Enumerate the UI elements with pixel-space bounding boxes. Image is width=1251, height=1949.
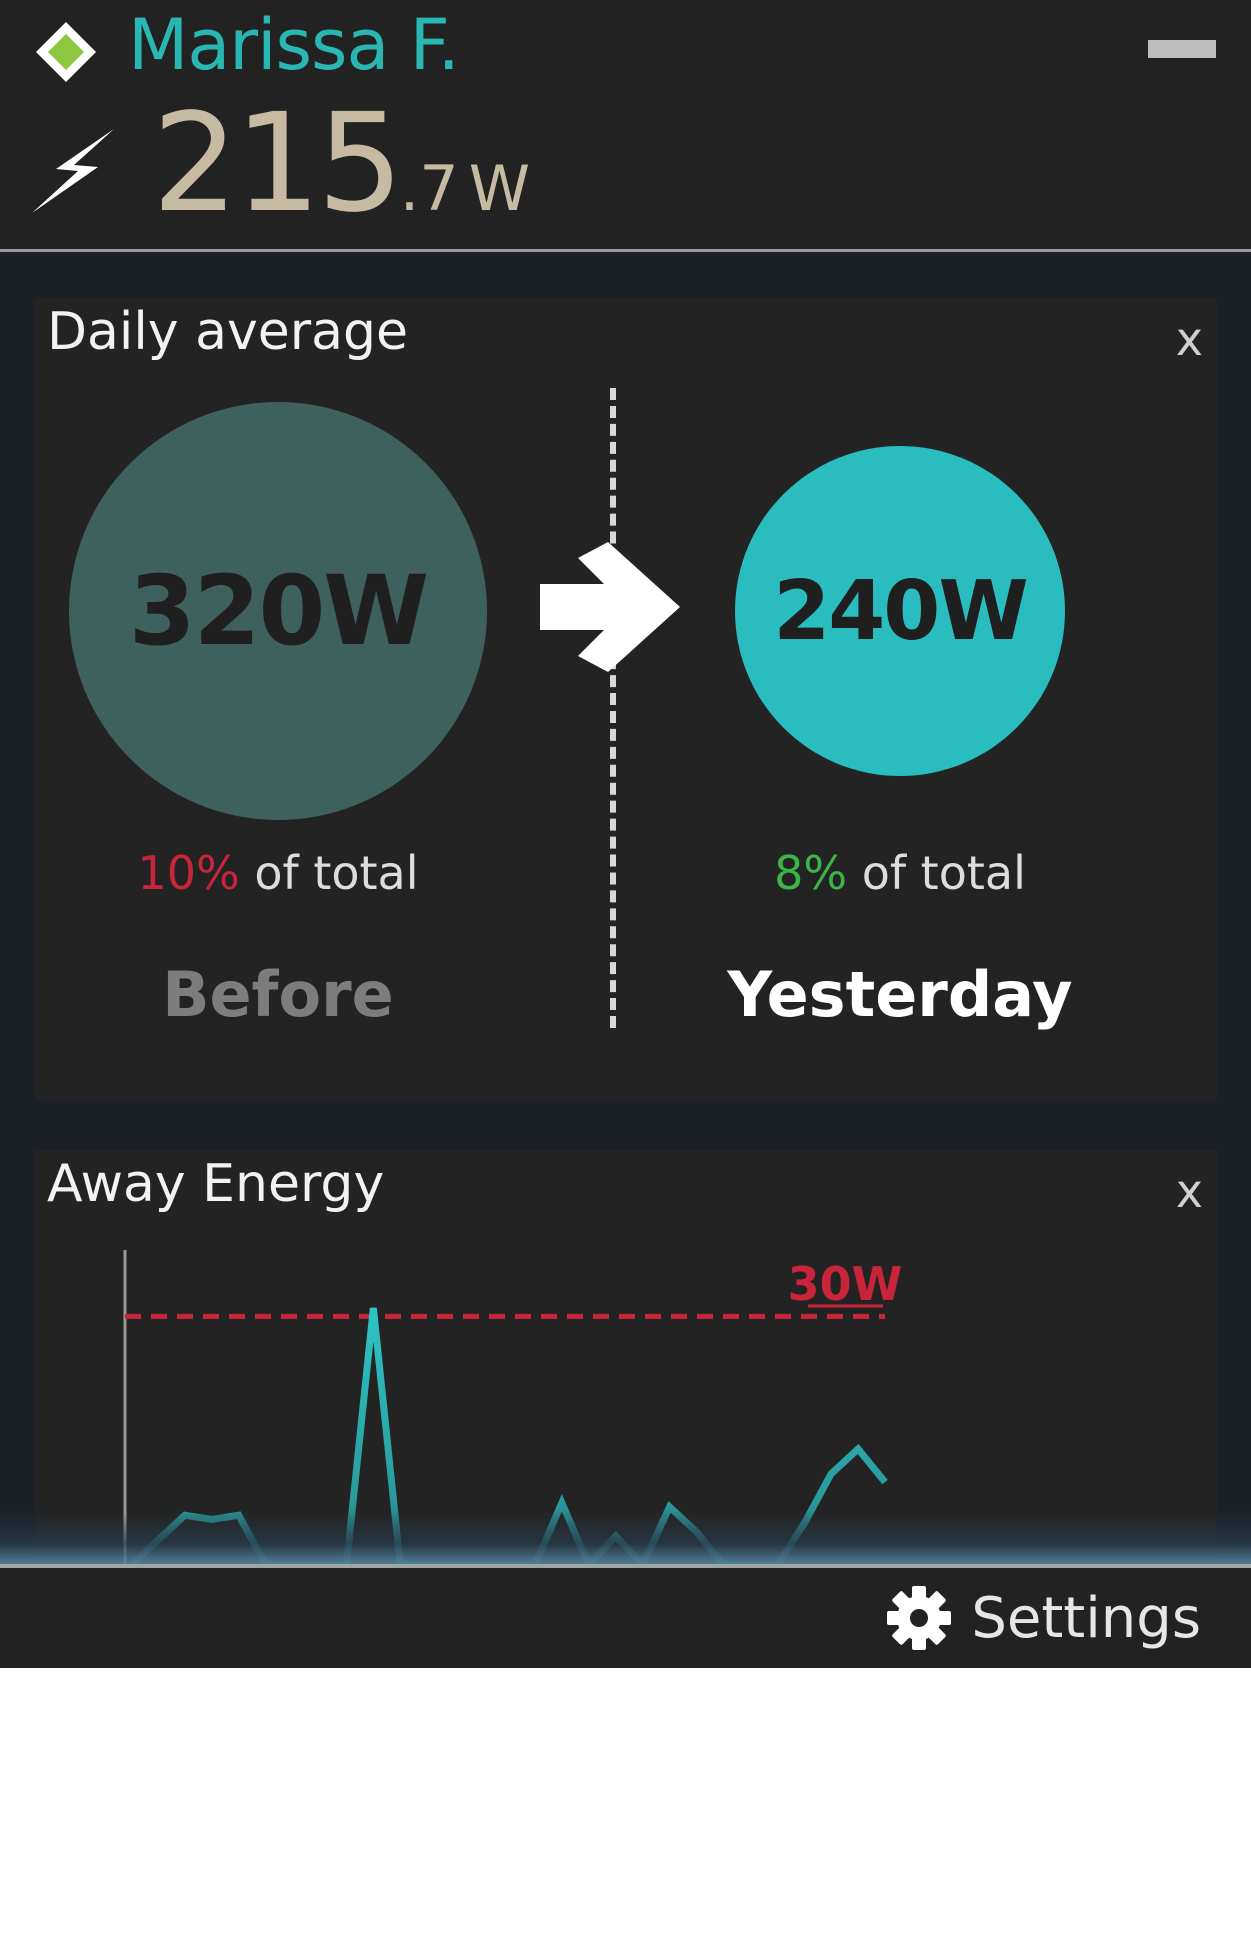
settings-label: Settings xyxy=(971,1585,1201,1651)
current-power-reading: 215.7 W xyxy=(152,96,530,232)
settings-button[interactable]: Settings xyxy=(885,1582,1201,1654)
header: Marissa F. 215.7 W xyxy=(0,0,1251,250)
power-decimal: .7 xyxy=(399,152,459,225)
lightning-bolt-icon xyxy=(32,129,114,213)
power-whole: 215 xyxy=(152,85,404,243)
dashed-divider xyxy=(610,388,616,1028)
yesterday-percent-of-total: 8% of total xyxy=(735,846,1065,900)
close-card-button[interactable]: x xyxy=(1176,312,1203,366)
yesterday-average-circle: 240W xyxy=(735,446,1065,776)
gear-icon xyxy=(887,1586,952,1650)
diamond-icon xyxy=(36,22,96,82)
away-energy-chart: 30W xyxy=(123,1250,903,1570)
yesterday-label: Yesterday xyxy=(727,958,1073,1031)
power-unit: W xyxy=(468,152,531,225)
yesterday-percent: 8% xyxy=(774,846,848,900)
app-window: Marissa F. 215.7 W Daily average x 320W 2… xyxy=(0,0,1251,1668)
before-average-circle: 320W xyxy=(69,402,487,820)
bottom-glow xyxy=(0,1510,1251,1566)
arrow-right-icon xyxy=(540,542,680,672)
yesterday-percent-suffix: of total xyxy=(847,846,1026,900)
daily-average-card: Daily average x 320W 240W 10% of total 8… xyxy=(35,298,1217,1100)
user-name[interactable]: Marissa F. xyxy=(128,4,460,86)
footer: Settings xyxy=(0,1568,1251,1668)
before-percent-of-total: 10% of total xyxy=(69,846,487,900)
before-percent-suffix: of total xyxy=(239,846,419,900)
before-percent: 10% xyxy=(137,846,240,900)
yesterday-average-value: 240W xyxy=(773,563,1029,659)
card-title: Daily average xyxy=(47,302,408,362)
minimize-button[interactable] xyxy=(1148,40,1216,58)
threshold-label: 30W xyxy=(788,1257,903,1311)
before-label: Before xyxy=(162,958,394,1031)
away-energy-card: Away Energy x 30W xyxy=(35,1150,1217,1570)
before-average-value: 320W xyxy=(128,555,429,667)
